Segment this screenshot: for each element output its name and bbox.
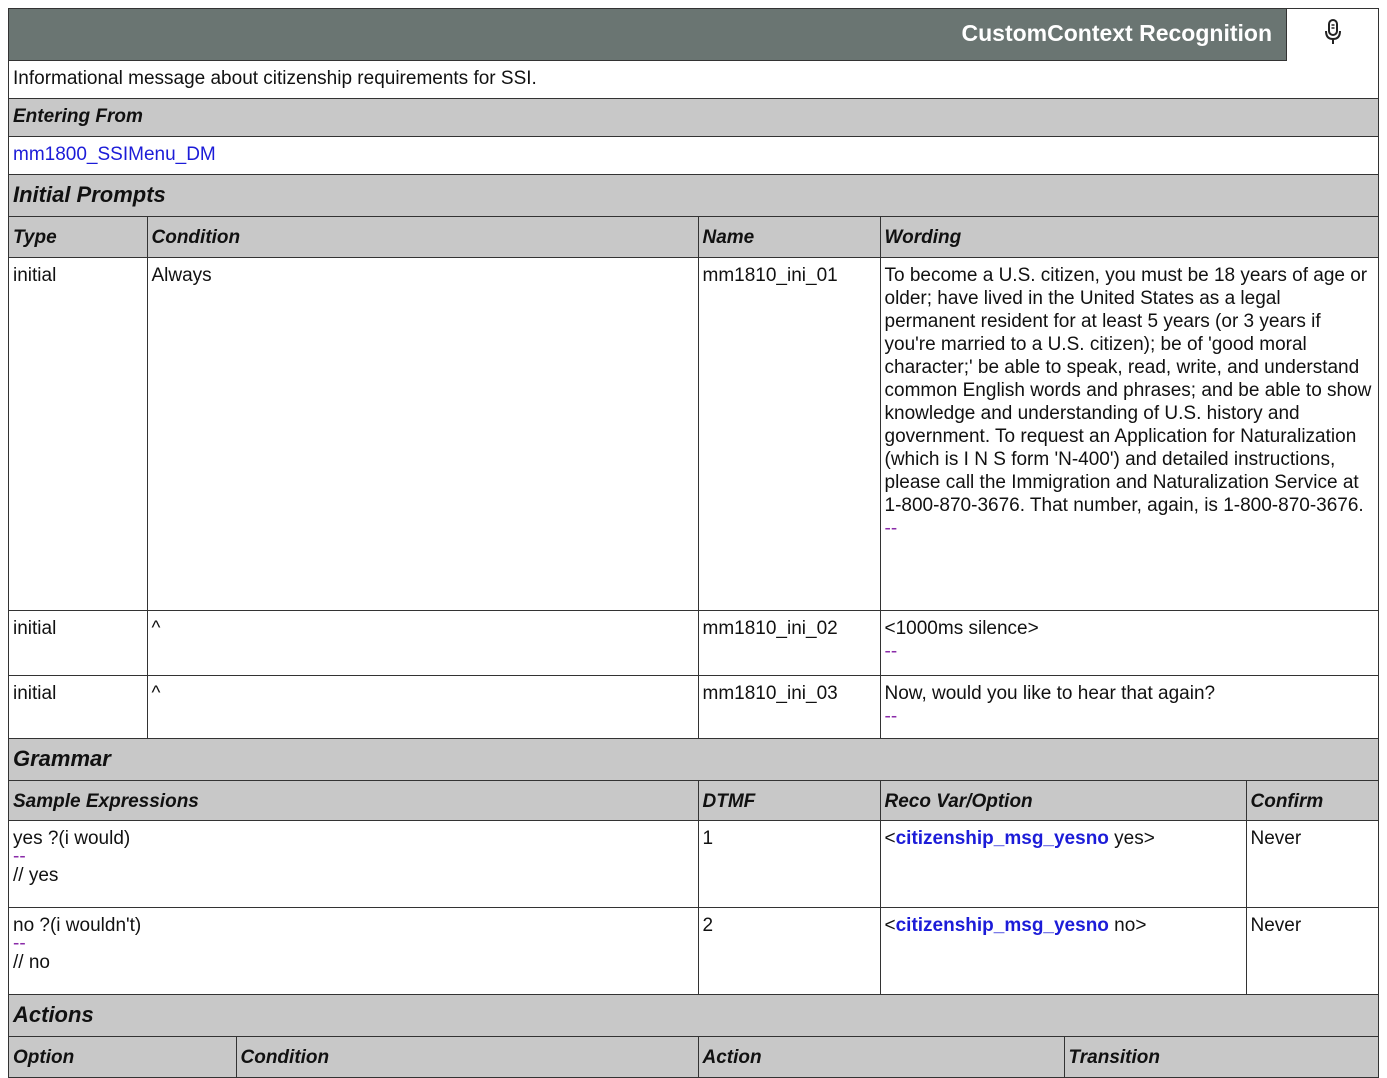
state-title: CustomContext Recognition: [961, 20, 1273, 46]
actions-heading: Actions: [9, 995, 1378, 1037]
column-header-confirm: Confirm: [1246, 780, 1378, 821]
reco-var-cell: <citizenship_msg_yesno yes>: [880, 820, 1247, 908]
initial-prompts-table: Type Condition Name Wording initial Alwa…: [9, 217, 1378, 739]
entering-from-link[interactable]: mm1800_SSIMenu_DM: [13, 144, 216, 165]
expression-comment: // no: [13, 952, 50, 973]
prompt-wording: To become a U.S. citizen, you must be 18…: [884, 264, 1372, 516]
sample-expression: no ?(i wouldn't): [13, 915, 142, 936]
prompt-wording: <1000ms silence>: [884, 617, 1039, 639]
table-row: initial ^ mm1810_ini_02 <1000ms silence>…: [9, 610, 1378, 676]
column-header-action: Action: [698, 1037, 1065, 1078]
reco-open: <: [884, 828, 896, 849]
title-bar: CustomContext Recognition: [9, 8, 1378, 61]
actions-table: Option Condition Action Transition: [9, 1037, 1378, 1078]
confirm-value: Never: [1246, 820, 1378, 908]
column-header-condition: Condition: [147, 217, 699, 258]
prompt-type: initial: [9, 610, 148, 676]
prompt-condition: ^: [147, 610, 699, 676]
dtmf-value: 2: [698, 907, 881, 995]
expression-separator: --: [13, 846, 26, 867]
prompt-wording: Now, would you like to hear that again?: [884, 682, 1216, 704]
prompt-separator: --: [884, 517, 898, 539]
prompt-type: initial: [9, 257, 148, 611]
sample-expression-cell: yes ?(i would) -- // yes: [9, 820, 699, 908]
prompt-name: mm1810_ini_02: [698, 610, 881, 676]
column-header-sample-expressions: Sample Expressions: [9, 780, 699, 821]
initial-prompts-header-row: Type Condition Name Wording: [9, 217, 1378, 258]
column-header-transition: Transition: [1064, 1037, 1378, 1078]
state-description: Informational message about citizenship …: [9, 61, 1378, 99]
column-header-condition: Condition: [236, 1037, 699, 1078]
expression-separator: --: [13, 933, 26, 954]
prompt-name: mm1810_ini_01: [698, 257, 881, 611]
sample-expression-cell: no ?(i wouldn't) -- // no: [9, 907, 699, 995]
table-row: initial Always mm1810_ini_01 To become a…: [9, 257, 1378, 611]
prompt-wording-cell: <1000ms silence> --: [880, 610, 1378, 676]
grammar-table: Sample Expressions DTMF Reco Var/Option …: [9, 780, 1378, 995]
initial-prompts-heading: Initial Prompts: [9, 175, 1378, 217]
prompt-condition: Always: [147, 257, 699, 611]
column-header-type: Type: [9, 217, 148, 258]
recognition-indicator: [1286, 9, 1378, 61]
dtmf-value: 1: [698, 820, 881, 908]
reco-var-link[interactable]: citizenship_msg_yesno: [896, 828, 1109, 849]
column-header-name: Name: [698, 217, 881, 258]
prompt-condition: ^: [147, 675, 699, 739]
microphone-icon: [1323, 18, 1343, 52]
grammar-heading: Grammar: [9, 738, 1378, 781]
column-header-option: Option: [9, 1037, 237, 1078]
prompt-wording-cell: To become a U.S. citizen, you must be 18…: [880, 257, 1378, 611]
reco-value: no>: [1108, 915, 1147, 936]
table-row: initial ^ mm1810_ini_03 Now, would you l…: [9, 675, 1378, 739]
reco-value: yes>: [1108, 828, 1155, 849]
reco-var-link[interactable]: citizenship_msg_yesno: [896, 915, 1109, 936]
grammar-header-row: Sample Expressions DTMF Reco Var/Option …: [9, 780, 1378, 821]
expression-comment: // yes: [13, 865, 59, 886]
column-header-wording: Wording: [880, 217, 1378, 258]
sample-expression: yes ?(i would): [13, 828, 131, 849]
entering-from-row: mm1800_SSIMenu_DM: [9, 137, 1378, 175]
column-header-dtmf: DTMF: [698, 780, 881, 821]
entering-from-heading: Entering From: [9, 99, 1378, 137]
reco-open: <: [884, 915, 896, 936]
prompt-type: initial: [9, 675, 148, 739]
prompt-separator: --: [884, 640, 898, 662]
prompt-separator: --: [884, 705, 898, 727]
prompt-wording-cell: Now, would you like to hear that again? …: [880, 675, 1378, 739]
reco-var-cell: <citizenship_msg_yesno no>: [880, 907, 1247, 995]
actions-header-row: Option Condition Action Transition: [9, 1037, 1378, 1078]
dialog-state-spec: CustomContext Recognition Informational …: [8, 8, 1379, 1078]
prompt-name: mm1810_ini_03: [698, 675, 881, 739]
table-row: yes ?(i would) -- // yes 1 <citizenship_…: [9, 820, 1378, 908]
table-row: no ?(i wouldn't) -- // no 2 <citizenship…: [9, 907, 1378, 995]
column-header-reco-var: Reco Var/Option: [880, 780, 1247, 821]
confirm-value: Never: [1246, 907, 1378, 995]
